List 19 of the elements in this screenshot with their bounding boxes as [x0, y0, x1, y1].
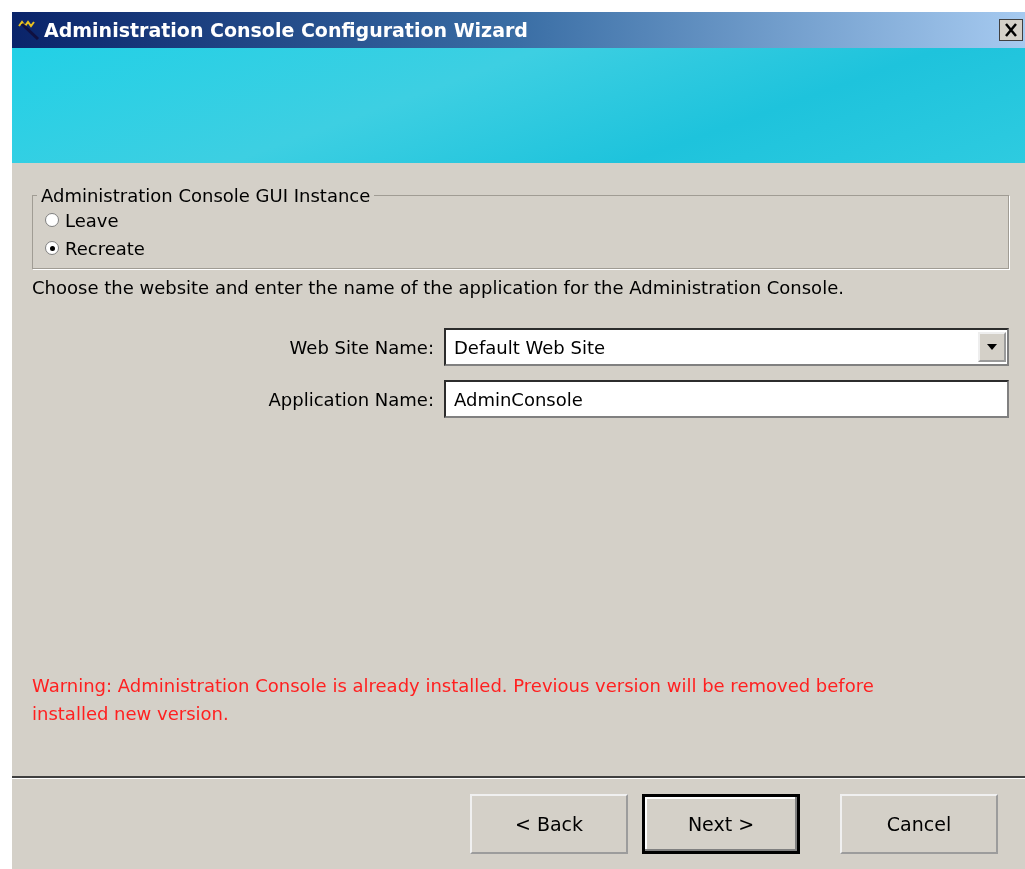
group-title: Administration Console GUI Instance [40, 185, 372, 206]
field-label: Web Site Name: [288, 336, 434, 358]
radio-label: Leave [65, 209, 119, 231]
app-icon [18, 20, 40, 40]
dropdown-field[interactable]: Default Web Site [444, 328, 1009, 366]
radio-option[interactable]: Leave [45, 206, 1008, 234]
radio-label: Recreate [65, 237, 145, 259]
radio-option[interactable]: Recreate [45, 234, 1008, 262]
input-field[interactable]: AdminConsole [444, 380, 1009, 418]
radio-button[interactable] [45, 213, 59, 227]
radio-button[interactable] [45, 241, 59, 255]
wizard-button[interactable]: < Back [470, 794, 628, 854]
field-label: Application Name: [267, 388, 434, 410]
warning-text: Warning: Administration Console is already installed. Previous version will be removed before installed new version. [32, 674, 875, 726]
instruction-text: Choose the website and enter the name of the application for the Administration Console. [32, 277, 845, 298]
close-icon[interactable] [999, 19, 1023, 41]
window-title: Administration Console Configuration Wizard [44, 19, 529, 41]
wizard-button[interactable]: Next > [642, 794, 800, 854]
wizard-button[interactable]: Cancel [840, 794, 998, 854]
